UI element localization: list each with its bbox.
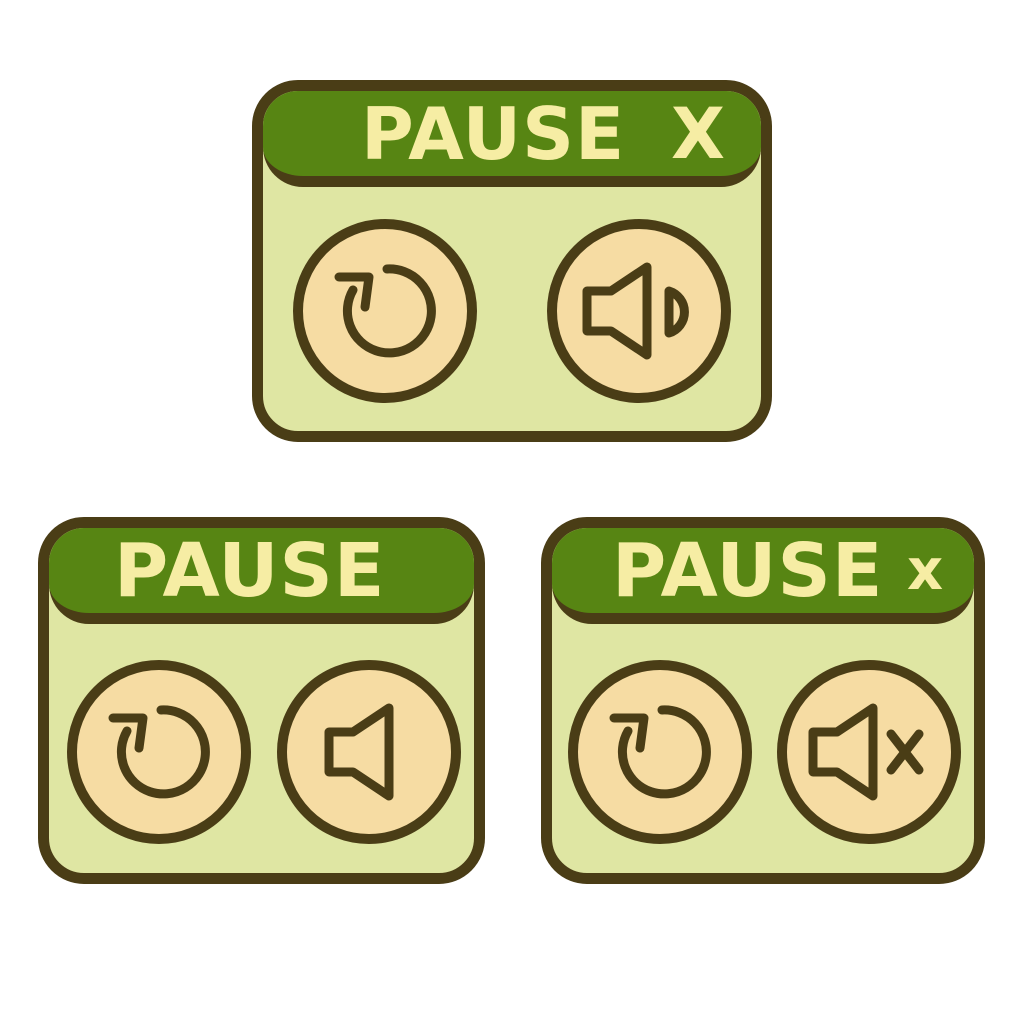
restart-button[interactable]	[293, 219, 477, 403]
restart-button[interactable]	[568, 660, 752, 844]
title-bar: PAUSE x	[552, 528, 974, 624]
sound-button[interactable]	[547, 219, 731, 403]
pause-menu-variants: PAUSE X PAUSE PAUSE x	[0, 0, 1024, 1024]
restart-button[interactable]	[67, 660, 251, 844]
speaker-icon	[324, 703, 394, 801]
close-button[interactable]: x	[907, 542, 943, 599]
speaker-on-icon	[582, 262, 689, 360]
pause-panel-top: PAUSE X	[252, 80, 772, 442]
pause-title: PAUSE	[612, 527, 884, 614]
pause-panel-right: PAUSE x	[541, 517, 985, 884]
title-bar: PAUSE	[49, 528, 474, 624]
title-bar: PAUSE X	[263, 91, 761, 187]
sound-button[interactable]	[277, 660, 461, 844]
pause-title: PAUSE	[114, 527, 386, 614]
restart-icon	[108, 705, 210, 799]
mute-button[interactable]	[777, 660, 961, 844]
pause-title: PAUSE	[361, 91, 626, 176]
restart-icon	[609, 705, 711, 799]
speaker-muted-icon	[808, 703, 924, 801]
pause-panel-left: PAUSE	[38, 517, 485, 884]
restart-icon	[334, 264, 436, 358]
close-button[interactable]: X	[671, 99, 725, 169]
